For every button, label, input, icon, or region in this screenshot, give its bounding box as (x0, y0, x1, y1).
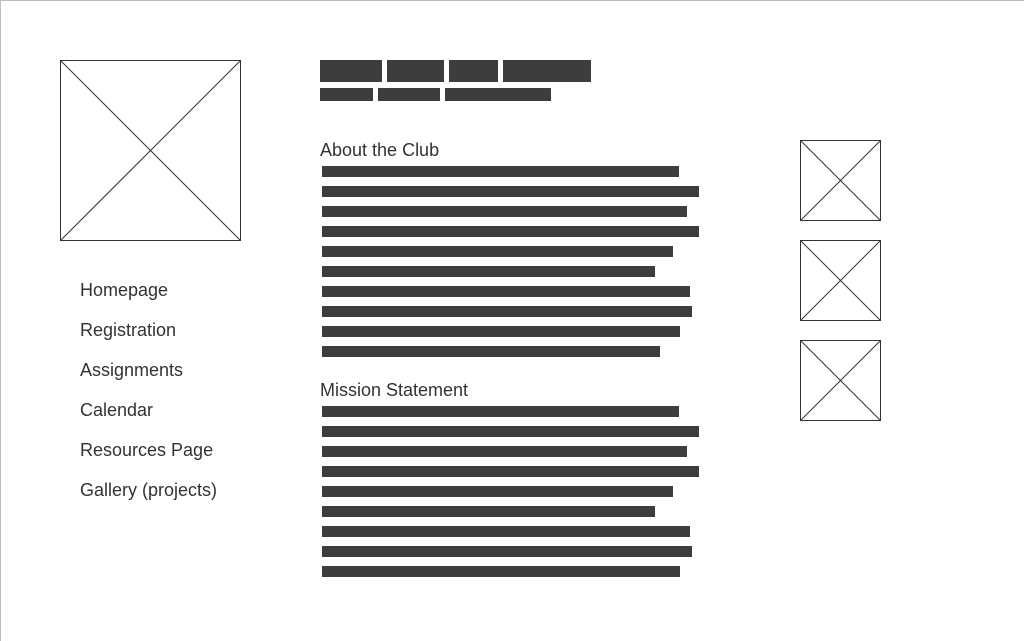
title-word-block (387, 60, 444, 82)
text-line-placeholder (322, 426, 699, 437)
text-line-placeholder (322, 526, 690, 537)
text-line-placeholder (322, 266, 655, 277)
text-line-placeholder (322, 206, 687, 217)
nav-item-registration[interactable]: Registration (80, 320, 176, 340)
nav-item-resources-page[interactable]: Resources Page (80, 440, 213, 460)
text-line-placeholder (322, 326, 680, 337)
title-word-block (503, 60, 591, 82)
text-line-placeholder (322, 306, 692, 317)
image-placeholder-icon (60, 60, 241, 241)
image-placeholder-icon (800, 340, 881, 421)
section-heading-mission: Mission Statement (320, 380, 469, 400)
subtitle-word-block (320, 88, 373, 101)
nav-item-assignments[interactable]: Assignments (80, 360, 183, 380)
text-line-placeholder (322, 346, 660, 357)
text-line-placeholder (322, 546, 692, 557)
text-line-placeholder (322, 246, 673, 257)
text-line-placeholder (322, 446, 687, 457)
image-placeholder-icon (800, 240, 881, 321)
subtitle-word-block (378, 88, 440, 101)
text-line-placeholder (322, 466, 699, 477)
text-line-placeholder (322, 566, 680, 577)
text-line-placeholder (322, 506, 655, 517)
logo-image-placeholder (60, 60, 242, 242)
side-image-placeholder-1 (800, 140, 882, 222)
title-word-block (449, 60, 498, 82)
text-line-placeholder (322, 486, 673, 497)
nav-item-homepage[interactable]: Homepage (80, 280, 168, 300)
nav-item-calendar[interactable]: Calendar (80, 400, 153, 420)
side-image-placeholder-2 (800, 240, 882, 322)
text-line-placeholder (322, 226, 699, 237)
section-heading-about: About the Club (320, 140, 440, 160)
text-line-placeholder (322, 186, 699, 197)
text-line-placeholder (322, 286, 690, 297)
subtitle-word-block (445, 88, 551, 101)
text-line-placeholder (322, 406, 679, 417)
image-placeholder-icon (800, 140, 881, 221)
text-line-placeholder (322, 166, 679, 177)
nav-item-gallery[interactable]: Gallery (projects) (80, 480, 217, 500)
side-image-placeholder-3 (800, 340, 882, 422)
title-word-block (320, 60, 382, 82)
